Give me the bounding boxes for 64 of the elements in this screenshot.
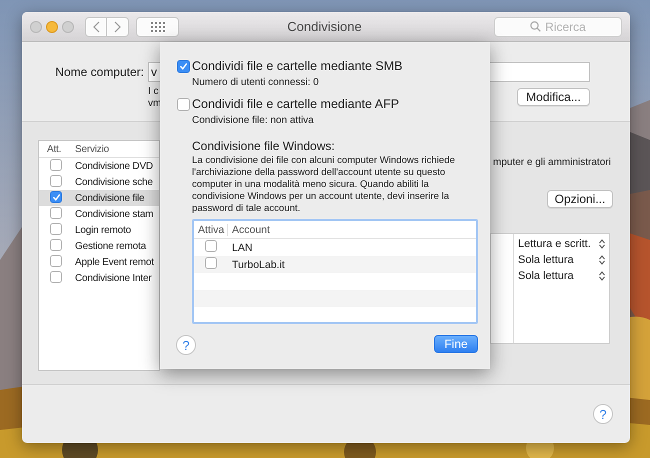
- column-header: Att.: [46, 144, 62, 154]
- stepper-icon: [599, 255, 605, 265]
- service-name: Apple Event remot: [75, 256, 154, 268]
- service-name: Condivisione Inter: [75, 272, 152, 284]
- back-button[interactable]: [85, 16, 107, 36]
- stepper-icon: [599, 239, 605, 249]
- service-row[interactable]: Login remoto: [39, 222, 159, 238]
- checkbox[interactable]: [205, 257, 217, 269]
- checkbox[interactable]: [50, 206, 62, 218]
- service-name: Condivisione DVD: [75, 160, 153, 172]
- column-header: Account: [231, 224, 270, 236]
- service-row[interactable]: Condivisione stam: [39, 206, 159, 222]
- service-row[interactable]: Condivisione Inter: [39, 270, 159, 286]
- checkbox[interactable]: [177, 98, 190, 110]
- forward-button[interactable]: [107, 16, 129, 36]
- zoom-button[interactable]: [62, 20, 74, 32]
- status-text: Condivisione file: non attiva: [192, 116, 315, 126]
- column-header: Attiva: [194, 224, 228, 236]
- checkbox[interactable]: [50, 222, 62, 234]
- stepper-icon: [599, 271, 605, 281]
- permission-popup[interactable]: Sola lettura: [514, 268, 609, 284]
- help-button[interactable]: ?: [593, 404, 613, 424]
- window-title: Condivisione: [286, 19, 363, 34]
- hint-text: I c: [148, 86, 160, 98]
- permission-popup[interactable]: Sola lettura: [514, 252, 609, 268]
- service-name: Condivisione stam: [75, 208, 154, 220]
- edit-button[interactable]: Modifica...: [517, 88, 590, 106]
- search-icon: [530, 21, 542, 32]
- chevron-right-icon: [114, 20, 121, 32]
- checkbox[interactable]: [177, 60, 190, 72]
- account-name: TurboLab.it: [231, 258, 285, 270]
- close-button[interactable]: [30, 20, 42, 32]
- checkbox[interactable]: [50, 254, 62, 266]
- description-text: La condivisione dei file con alcuni computer Windows richiede l'archiviazione della password dell'account utente su questo computer in una modalità meno sicura. Quando abiliti la condivisione Windows per un account utente, devi inserire la password di tale account.: [192, 155, 456, 215]
- status-text: Numero di utenti connessi: 0: [192, 78, 320, 88]
- help-button[interactable]: ?: [176, 335, 196, 355]
- checkbox-label: Condividi file e cartelle mediante AFP: [192, 97, 400, 111]
- checkbox-label: Condividi file e cartelle mediante SMB: [192, 59, 403, 73]
- service-name: Gestione remota: [75, 240, 146, 252]
- service-row[interactable]: Condivisione sche: [39, 174, 159, 190]
- column-header: Servizio: [75, 144, 109, 154]
- service-row[interactable]: Apple Event remot: [39, 254, 159, 270]
- service-row[interactable]: Condivisione DVD: [39, 158, 159, 174]
- grid-icon: [150, 22, 164, 32]
- access-text: mputer e gli amministratori: [493, 157, 612, 168]
- checkbox[interactable]: [50, 238, 62, 250]
- service-name: Condivisione sche: [75, 176, 153, 188]
- service-row[interactable]: Condivisione file: [39, 190, 159, 206]
- options-button[interactable]: Opzioni...: [547, 190, 613, 208]
- service-row[interactable]: Gestione remota: [39, 238, 159, 254]
- service-name: Login remoto: [75, 224, 131, 236]
- checkbox[interactable]: [50, 158, 62, 170]
- account-name: LAN: [231, 242, 252, 254]
- permission-popup[interactable]: Lettura e scritt.: [514, 236, 609, 252]
- show-all-button[interactable]: [136, 16, 179, 36]
- minimize-button[interactable]: [46, 20, 58, 32]
- checkbox[interactable]: [50, 174, 62, 186]
- section-heading: Condivisione file Windows:: [192, 140, 336, 152]
- checkbox[interactable]: [50, 191, 62, 204]
- service-name: Condivisione file: [75, 192, 144, 204]
- chevron-left-icon: [92, 20, 100, 32]
- field-label: Nome computer:: [54, 65, 145, 79]
- checkbox[interactable]: [205, 240, 217, 252]
- checkbox[interactable]: [50, 270, 62, 282]
